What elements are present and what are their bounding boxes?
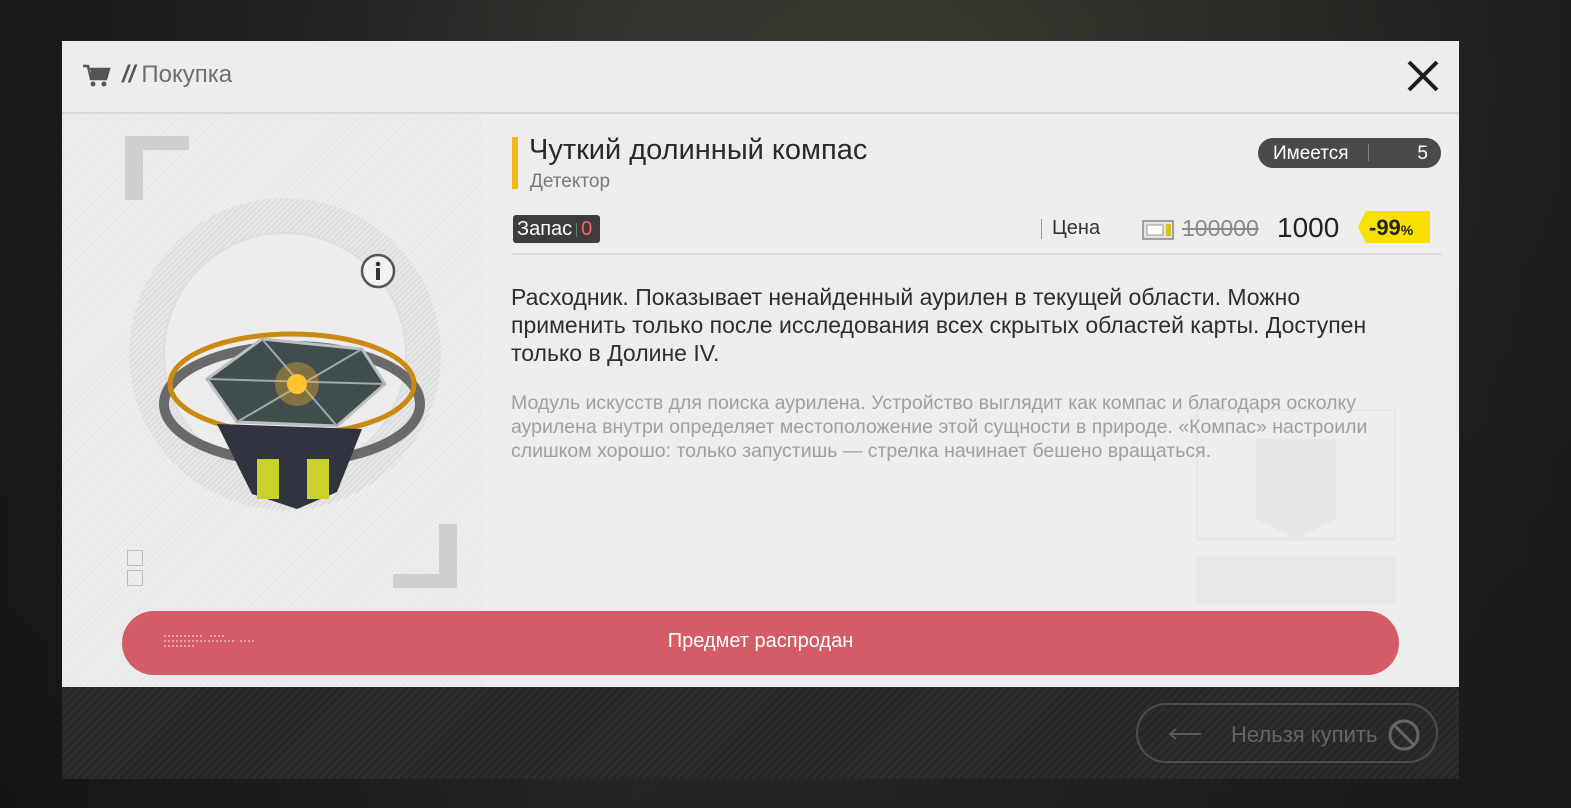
- dialog-panel: //Покупка Чуткий долинный компас Детекто…: [62, 41, 1459, 687]
- divider: [512, 253, 1442, 255]
- cant-buy-button[interactable]: Нельзя купить: [1136, 703, 1438, 763]
- dialog-header: //Покупка: [62, 41, 1459, 114]
- item-type: Детектор: [530, 171, 611, 192]
- stock-label: Запас: [517, 218, 573, 240]
- item-preview-area: [62, 114, 482, 687]
- close-icon[interactable]: [1406, 59, 1440, 93]
- new-price: 1000: [1277, 212, 1340, 243]
- dialog-title: //Покупка: [122, 61, 233, 88]
- sold-out-button[interactable]: Предмет распродан: [122, 611, 1399, 675]
- purchase-dialog: //Покупка Чуткий долинный компас Детекто…: [62, 41, 1459, 779]
- owned-badge: Имеется 5: [1258, 138, 1441, 168]
- watermark-graphic: [1196, 409, 1396, 605]
- discount-value: -99%: [1369, 215, 1414, 240]
- no-entry-icon: [1388, 719, 1420, 751]
- frame-corner-top-left: [125, 136, 189, 200]
- info-icon[interactable]: [360, 253, 396, 289]
- owned-label: Имеется: [1273, 143, 1349, 164]
- stock-badge: Запас 0: [513, 215, 601, 243]
- stock-value: 0: [581, 218, 593, 240]
- currency-icon: [1142, 220, 1174, 240]
- name-accent-bar: [512, 137, 518, 189]
- old-price: 100000: [1182, 215, 1259, 241]
- decorative-squares: [127, 550, 143, 590]
- price-label: Цена: [1052, 217, 1101, 239]
- dialog-footer: Нельзя купить: [62, 687, 1459, 779]
- item-name: Чуткий долинный компас: [529, 134, 868, 166]
- item-description: Расходник. Показывает ненайденный ауриле…: [511, 284, 1367, 366]
- cant-buy-label: Нельзя купить: [1231, 722, 1378, 747]
- arrow-left-icon: [1168, 728, 1201, 740]
- compass-item-image: [159, 331, 425, 509]
- shopping-cart-icon: [83, 64, 111, 87]
- owned-count: 5: [1417, 143, 1428, 164]
- sold-out-label: Предмет распродан: [667, 630, 854, 652]
